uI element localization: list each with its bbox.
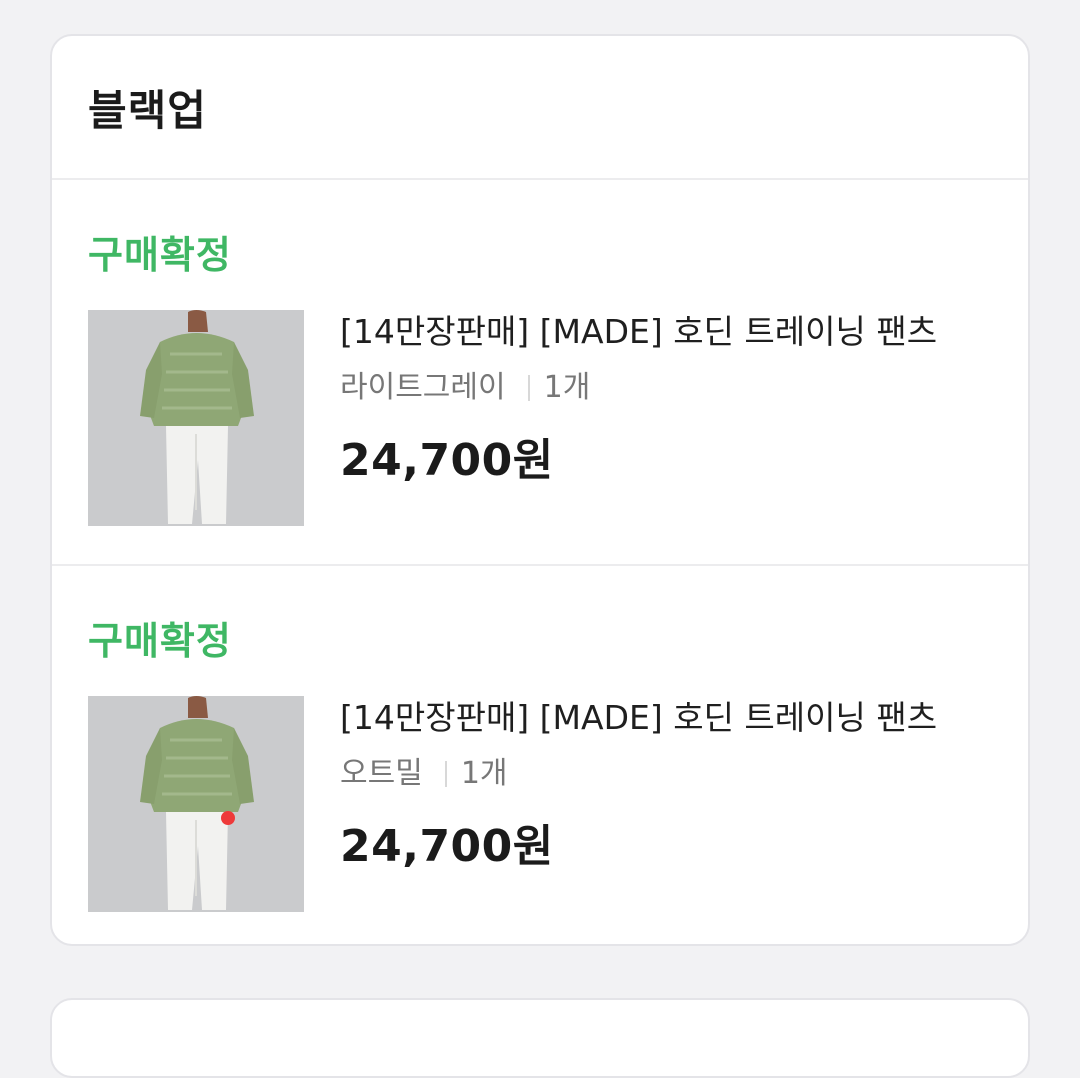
product-title: [14만장판매] [MADE] 호딘 트레이닝 팬츠: [340, 312, 938, 351]
product-title: [14만장판매] [MADE] 호딘 트레이닝 팬츠: [340, 698, 938, 737]
shop-header[interactable]: 블랙업: [52, 36, 1028, 180]
product-quantity: 1개: [460, 756, 508, 791]
option-divider: [444, 761, 447, 787]
order-status: 구매확정: [88, 233, 232, 277]
order-card: 블랙업 구매확정 [14만장판매] [MADE] 호딘 트레이닝 팬츠 라이트그…: [50, 34, 1030, 946]
product-option-row: 라이트그레이 1개: [340, 368, 998, 408]
product-info[interactable]: [14만장판매] [MADE] 호딘 트레이닝 팬츠 오트밀 1개 24,700…: [340, 696, 998, 874]
order-item[interactable]: 구매확정 [14만장판매] [MADE] 호딘 트레이닝 팬츠 라이트그레이 1…: [52, 180, 1028, 564]
product-image: [88, 696, 304, 912]
red-dot-mark: [221, 811, 235, 825]
product-option: 라이트그레이: [340, 370, 506, 405]
product-option-row: 오트밀 1개: [340, 754, 998, 794]
next-order-card: [50, 998, 1030, 1078]
product-image: [88, 310, 304, 526]
shop-name[interactable]: 블랙업: [88, 77, 207, 138]
option-divider: [527, 375, 530, 401]
product-option: 오트밀: [340, 756, 423, 791]
order-item[interactable]: 구매확정 [14만장판매] [MADE] 호딘 트레이닝 팬츠 오트밀 1개 2…: [52, 564, 1028, 944]
product-price: 24,700원: [340, 435, 554, 486]
product-info[interactable]: [14만장판매] [MADE] 호딘 트레이닝 팬츠 라이트그레이 1개 24,…: [340, 310, 998, 488]
order-status: 구매확정: [88, 619, 232, 663]
product-thumbnail[interactable]: [88, 310, 304, 526]
product-price: 24,700원: [340, 821, 554, 872]
product-quantity: 1개: [543, 370, 591, 405]
product-thumbnail[interactable]: [88, 696, 304, 912]
